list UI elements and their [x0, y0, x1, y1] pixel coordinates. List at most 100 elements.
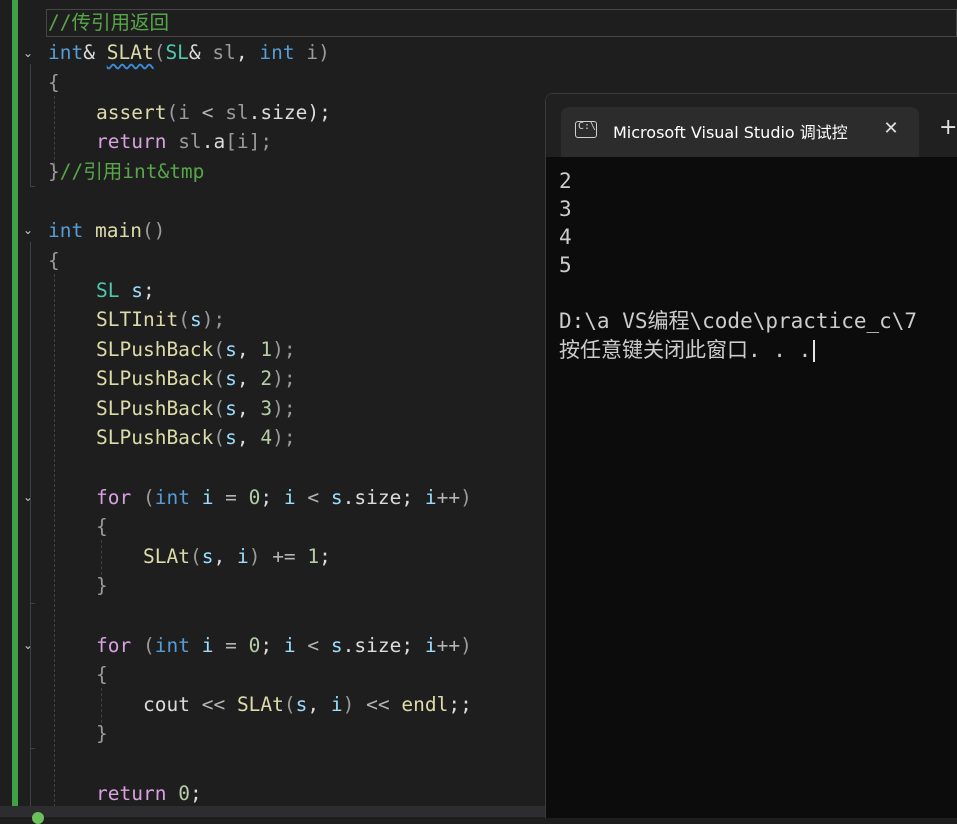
- number-literal: 0: [248, 634, 261, 657]
- keyword-int: int: [154, 634, 190, 657]
- new-tab-plus-icon[interactable]: +: [939, 116, 957, 140]
- paren: (: [213, 338, 226, 361]
- operator: &: [188, 41, 213, 64]
- paren: ): [342, 693, 355, 716]
- semicolon: ;: [401, 486, 425, 509]
- variable-i: i: [424, 486, 437, 509]
- brace: {: [96, 663, 108, 686]
- paren: ): [460, 486, 472, 509]
- code-line-18[interactable]: {: [96, 512, 108, 541]
- console-titlebar[interactable]: C:\ Microsoft Visual Studio 调试控 ✕ +: [546, 94, 957, 157]
- variable-s: s: [189, 308, 202, 331]
- index-expr: [i];: [225, 130, 273, 153]
- type-sl: SL: [96, 279, 120, 302]
- text-cursor: [813, 340, 815, 362]
- terminal-icon: C:\: [575, 121, 597, 138]
- operator: ++: [436, 634, 461, 657]
- paren: (): [141, 219, 166, 242]
- indent-guide: [54, 274, 55, 817]
- param-sl: sl: [212, 41, 236, 64]
- operator: =: [213, 634, 249, 657]
- code-line-19[interactable]: SLAt(s, i) += 1;: [143, 542, 331, 571]
- console-output-line: 3: [559, 197, 572, 221]
- keyword-int: int: [259, 41, 295, 64]
- variable-s: s: [330, 634, 343, 657]
- function-slat: SLAt: [143, 545, 190, 568]
- code-line-17[interactable]: for (int i = 0; i < s.size; i++): [96, 483, 472, 512]
- paren: (: [153, 41, 166, 64]
- semicolon: ;: [189, 782, 202, 805]
- operator: =: [213, 486, 249, 509]
- paren: (: [213, 397, 226, 420]
- keyword-int: int: [48, 219, 84, 242]
- member-a: a: [213, 130, 226, 153]
- code-line-9[interactable]: {: [48, 246, 60, 275]
- variable-i: i: [189, 486, 214, 509]
- code-line-6[interactable]: }//引用int&tmp: [48, 157, 204, 186]
- param-i: i: [294, 41, 319, 64]
- paren: (: [283, 693, 296, 716]
- keyword-return: return: [96, 782, 167, 805]
- code-line-24[interactable]: cout << SLAt(s, i) << endl;;: [143, 690, 472, 719]
- semicolon: ;: [142, 279, 155, 302]
- code-line-10[interactable]: SL s;: [96, 276, 155, 305]
- brace: }: [96, 574, 108, 597]
- variable-i: i: [424, 634, 437, 657]
- console-tab-title: Microsoft Visual Studio 调试控: [613, 123, 848, 142]
- paren: );: [272, 426, 296, 449]
- console-output-line: 4: [559, 225, 572, 249]
- paren: );: [272, 397, 296, 420]
- code-line-23[interactable]: {: [96, 660, 108, 689]
- function-slpushback: SLPushBack: [96, 367, 214, 390]
- code-line-22[interactable]: for (int i = 0; i < s.size; i++): [96, 631, 472, 660]
- comma: ,: [307, 693, 331, 716]
- comma: ,: [213, 545, 237, 568]
- variable-s: s: [119, 279, 143, 302]
- code-line-14[interactable]: SLPushBack(s, 3);: [96, 394, 296, 423]
- paren: (: [131, 486, 155, 509]
- comma: ,: [235, 41, 260, 64]
- code-line-25[interactable]: }: [96, 719, 108, 748]
- function-name-slat[interactable]: SLAt: [107, 41, 154, 64]
- code-line-8[interactable]: int main(): [48, 216, 165, 245]
- code-line-20[interactable]: }: [96, 571, 108, 600]
- function-slpushback: SLPushBack: [96, 338, 214, 361]
- code-line-2[interactable]: int& SLAt(SL& sl, int i): [48, 38, 330, 67]
- console-tab[interactable]: C:\ Microsoft Visual Studio 调试控 ✕: [561, 107, 919, 157]
- chevron-down-icon[interactable]: ⌄: [19, 44, 37, 62]
- code-line-1[interactable]: //传引用返回: [48, 8, 169, 37]
- function-slat: SLAt: [236, 693, 284, 716]
- param-sl: sl: [225, 101, 249, 124]
- operator: ++: [436, 486, 461, 509]
- code-line-3[interactable]: {: [48, 68, 60, 97]
- paren: );: [272, 338, 296, 361]
- status-bar: [0, 806, 545, 817]
- chevron-down-icon[interactable]: ⌄: [19, 221, 37, 239]
- paren: (: [213, 426, 226, 449]
- operator: +=: [260, 545, 308, 568]
- number-literal: 0: [248, 486, 261, 509]
- comma: ,: [236, 367, 261, 390]
- code-line-13[interactable]: SLPushBack(s, 2);: [96, 364, 296, 393]
- variable-s: s: [201, 545, 214, 568]
- console-prompt-line[interactable]: 按任意键关闭此窗口. . .: [559, 336, 815, 364]
- code-line-27[interactable]: return 0;: [96, 779, 202, 808]
- semicolon: ;: [260, 486, 284, 509]
- semicolon: ;;: [448, 693, 472, 716]
- comma: ,: [236, 338, 261, 361]
- debug-console-window[interactable]: C:\ Microsoft Visual Studio 调试控 ✕ + 2 3 …: [545, 93, 957, 818]
- code-line-5[interactable]: return sl.a[i];: [96, 127, 272, 156]
- close-icon[interactable]: ✕: [879, 117, 903, 141]
- code-line-15[interactable]: SLPushBack(s, 4);: [96, 423, 296, 452]
- member-size: size: [354, 486, 402, 509]
- brace: }: [96, 722, 108, 745]
- type-sl: SL: [165, 41, 189, 64]
- number-literal: 4: [260, 426, 273, 449]
- code-line-11[interactable]: SLTInit(s);: [96, 305, 225, 334]
- code-line-12[interactable]: SLPushBack(s, 1);: [96, 335, 296, 364]
- variable-i: i: [283, 634, 296, 657]
- variable-s: s: [225, 426, 237, 449]
- code-line-4[interactable]: assert(i < sl.size);: [96, 98, 331, 127]
- member-size: size: [354, 634, 402, 657]
- current-line-highlight: [46, 9, 957, 37]
